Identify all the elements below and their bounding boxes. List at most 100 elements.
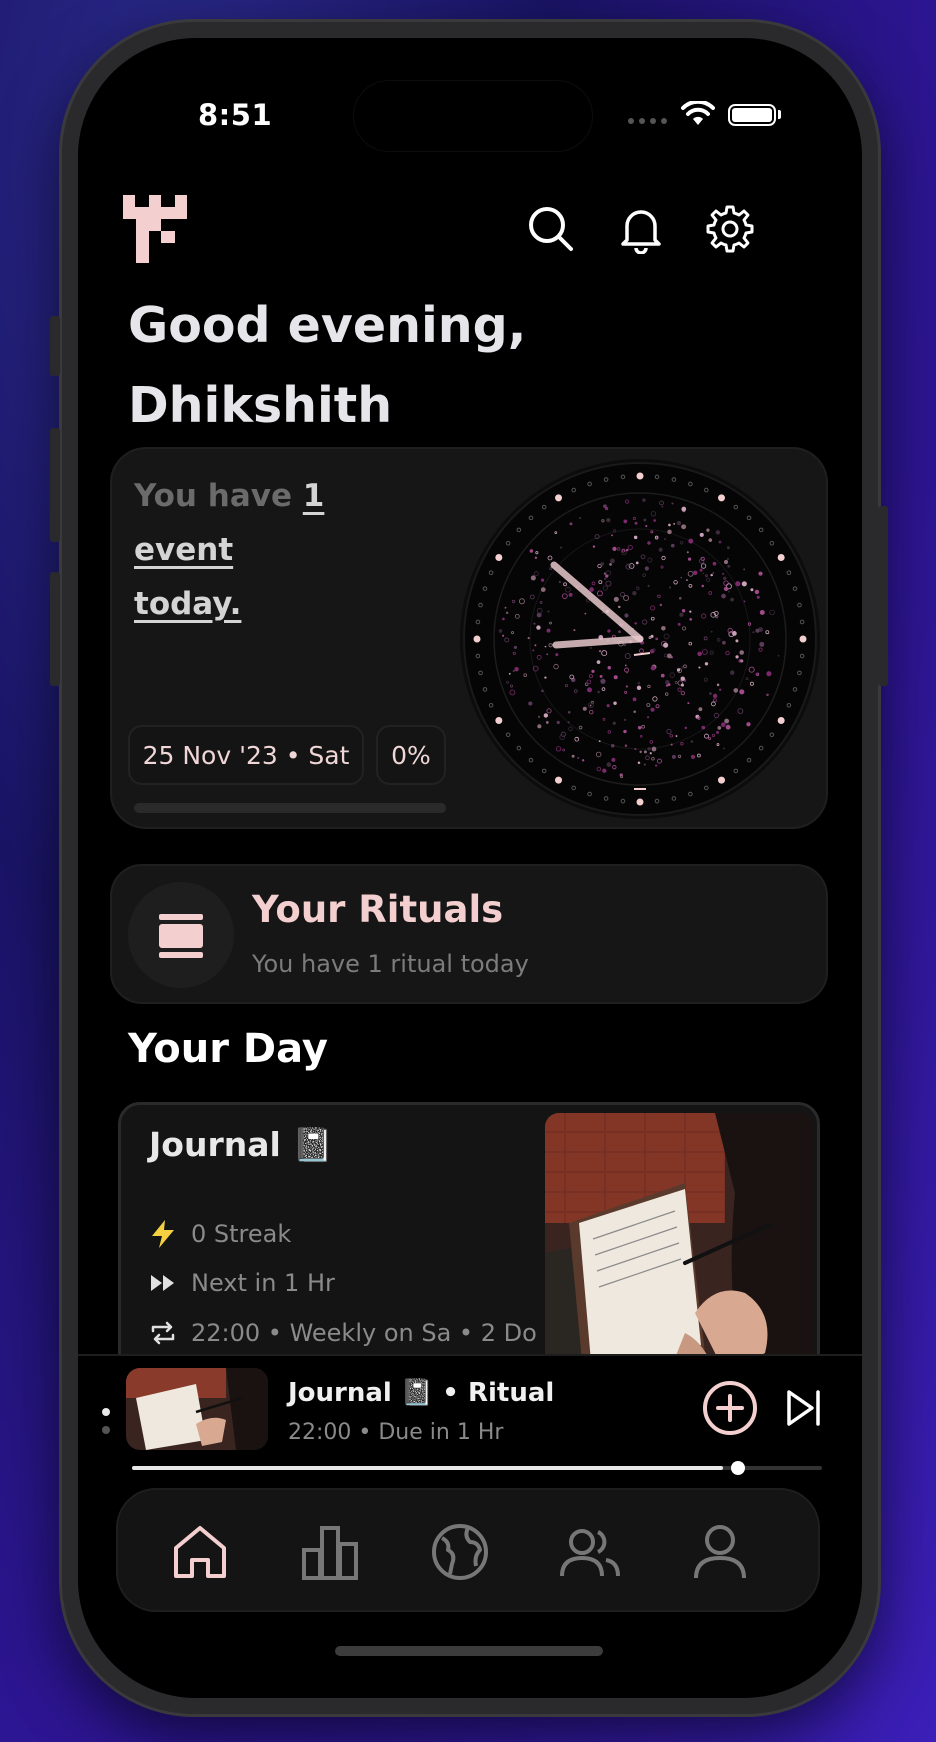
clock-particle xyxy=(746,722,751,727)
clock-particle xyxy=(687,702,690,705)
clock-particle xyxy=(609,562,612,566)
user-icon[interactable] xyxy=(688,1520,752,1584)
clock-particle xyxy=(600,678,606,684)
clock-particle xyxy=(625,548,629,552)
mini-player-progress[interactable] xyxy=(132,1461,822,1475)
rituals-icon xyxy=(159,914,203,958)
globe-icon[interactable] xyxy=(428,1520,492,1584)
clock-particle xyxy=(577,756,580,760)
clock-particle xyxy=(698,707,703,712)
clock-particle xyxy=(600,562,605,566)
lightning-icon xyxy=(152,1220,174,1248)
clock-particle xyxy=(541,689,544,693)
clock-particle xyxy=(667,683,671,687)
clock-particle xyxy=(666,653,672,659)
clock-particle xyxy=(699,532,704,537)
clock-particle xyxy=(633,535,638,540)
event-card[interactable]: You have 1 event today. 25 Nov '23 • Sat… xyxy=(110,447,828,829)
page-indicator xyxy=(102,1408,110,1434)
clock-particle xyxy=(611,534,613,537)
journal-title: Journal 📓 xyxy=(149,1125,334,1164)
clock-particle xyxy=(727,558,729,560)
power-button xyxy=(878,506,888,686)
clock-particle xyxy=(681,609,686,613)
bell-icon[interactable] xyxy=(616,204,666,254)
rituals-card[interactable]: Your Rituals You have 1 ritual today xyxy=(110,864,828,1004)
clock-particle xyxy=(547,610,550,613)
home-icon[interactable] xyxy=(168,1520,232,1584)
clock-particle xyxy=(673,523,676,525)
clock-particle xyxy=(624,613,629,618)
clock-particle xyxy=(739,689,745,695)
users-icon[interactable] xyxy=(558,1520,622,1584)
clock-particle xyxy=(752,631,755,634)
clock-particle xyxy=(546,653,549,656)
clock-particle xyxy=(610,558,615,564)
clock-particle xyxy=(606,518,611,523)
clock-particle xyxy=(558,580,561,583)
hour-marker xyxy=(718,494,725,502)
clock-particle xyxy=(668,586,672,589)
clock-particle xyxy=(647,716,650,719)
clock-particle xyxy=(532,649,535,652)
clock-particle xyxy=(715,530,721,535)
day-progress-bar xyxy=(134,803,446,813)
next-row: Next in 1 Hr xyxy=(149,1269,335,1297)
hour-marker xyxy=(799,635,807,643)
clock-particle xyxy=(647,747,651,751)
clock-particle xyxy=(717,726,722,730)
clock-particle xyxy=(663,642,669,648)
clock-particle xyxy=(650,665,656,671)
clock-particle xyxy=(607,666,612,670)
hour-marker xyxy=(495,717,503,724)
clock-particle xyxy=(729,670,735,675)
chart-icon[interactable] xyxy=(298,1520,362,1584)
clock-particle xyxy=(582,759,585,762)
clock-particle xyxy=(708,538,713,542)
clock-particle xyxy=(710,630,713,633)
clock-particle xyxy=(610,743,615,748)
skip-next-icon[interactable] xyxy=(784,1388,824,1428)
add-circle-icon[interactable] xyxy=(702,1380,758,1436)
hour-marker xyxy=(555,494,562,502)
clock-particle xyxy=(592,545,596,548)
wifi-icon xyxy=(681,101,715,125)
clock-particle xyxy=(759,609,765,615)
clock-particle xyxy=(706,528,710,532)
clock-particle xyxy=(750,588,754,592)
tab-bar xyxy=(116,1488,820,1612)
event-today-link[interactable]: today. xyxy=(134,586,241,622)
clock-particle xyxy=(658,547,663,552)
clock-particle xyxy=(642,498,646,502)
search-icon[interactable] xyxy=(526,204,576,254)
clock-particle xyxy=(618,630,621,634)
hour-marker xyxy=(777,554,785,561)
fast-forward-icon xyxy=(151,1275,174,1291)
clock-particle xyxy=(639,750,642,754)
clock-particle xyxy=(544,645,547,648)
clock-particle xyxy=(730,597,734,602)
clock-particle xyxy=(766,671,772,677)
clock-particle xyxy=(599,674,603,678)
clock-particle xyxy=(664,538,667,541)
clock-particle xyxy=(555,653,559,657)
clock-particle xyxy=(584,612,587,615)
schedule-row: 22:00 • Weekly on Sa • 2 Do xyxy=(149,1319,537,1347)
clock-particle xyxy=(603,577,607,581)
clock-particle xyxy=(756,595,760,599)
mini-player[interactable]: Journal 📓 • Ritual 22:00 • Due in 1 Hr xyxy=(78,1354,862,1504)
gear-icon[interactable] xyxy=(705,204,755,254)
clock-particle xyxy=(543,713,549,718)
clock-particle xyxy=(602,768,607,773)
clock-particle xyxy=(723,747,726,750)
clock-particle xyxy=(702,572,705,575)
hour-marker xyxy=(636,472,644,480)
progress-knob[interactable] xyxy=(731,1461,745,1475)
streak-row: 0 Streak xyxy=(149,1219,291,1249)
clock-particle xyxy=(650,707,655,712)
app-logo-icon[interactable] xyxy=(123,195,187,263)
clock-particle xyxy=(719,688,722,691)
clock-particle xyxy=(668,523,671,527)
clock-particle xyxy=(545,721,549,724)
mini-player-thumbnail xyxy=(126,1368,268,1450)
